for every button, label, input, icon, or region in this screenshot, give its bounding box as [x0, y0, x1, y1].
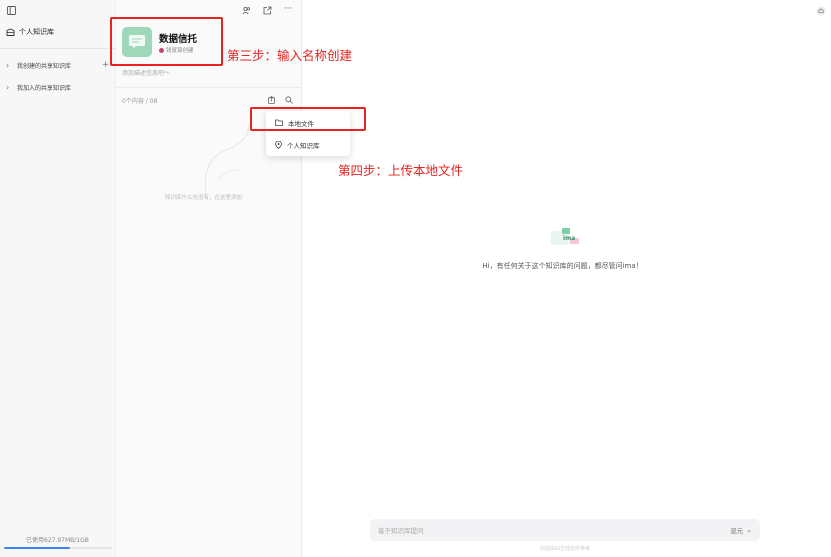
empty-state-illustration: [196, 120, 256, 202]
sidebar-item-created-shared[interactable]: › 我创建的共享知识库: [6, 58, 71, 72]
sidebar-title: 个人知识库: [19, 28, 54, 36]
chat-panel: ima Hi，有任何关于这个知识库的问题，都尽管问ima！: [302, 0, 831, 557]
content-count: 0个内容 / 0B: [122, 98, 158, 105]
model-selector[interactable]: 混元 ⌄: [730, 525, 752, 535]
members-icon[interactable]: [241, 5, 251, 15]
chat-greeting: Hi，有任何关于这个知识库的问题，都尽管问ima！: [482, 262, 643, 270]
step3-highlight-box: [110, 17, 223, 66]
home-icon[interactable]: [815, 5, 826, 16]
share-icon[interactable]: [262, 5, 272, 15]
sidebar-item-joined-shared[interactable]: › 我加入的共享知识库: [6, 80, 71, 94]
panel-divider: [116, 87, 302, 88]
step3-annotation: 第三步：输入名称创建: [227, 48, 353, 63]
step4-highlight-box: [250, 107, 366, 131]
storage-bar: [4, 547, 112, 549]
more-icon[interactable]: ···: [282, 4, 294, 14]
search-icon[interactable]: [284, 95, 293, 104]
step4-annotation: 第四步：上传本地文件: [338, 163, 464, 178]
add-icon[interactable]: +: [101, 60, 110, 70]
left-sidebar: 个人知识库 › 我创建的共享知识库 + › 我加入的共享知识库 已使用627.9…: [0, 0, 116, 557]
menu-item-personal-kb[interactable]: 个人知识库: [270, 137, 346, 152]
description-field[interactable]: 添加描述信息吧～: [122, 68, 170, 77]
knowledge-base-icon: [6, 28, 15, 37]
chat-input-placeholder: 基于知识库提问: [378, 527, 424, 535]
chevron-down-icon: ⌄: [746, 526, 752, 534]
knowledge-base-panel: ··· 数据信托 钱鼠锦创建 添加描述信息吧～ 0个内容 / 0B 知识库什么也…: [116, 0, 302, 557]
sidebar-divider: [0, 48, 116, 49]
model-selector-label: 混元: [730, 527, 744, 535]
chevron-right-icon: ›: [6, 82, 10, 92]
chat-footer: 内容由AI生成仅供参考: [540, 546, 590, 552]
sidebar-header[interactable]: 个人知识库: [6, 27, 54, 37]
chevron-right-icon: ›: [6, 60, 10, 70]
menu-item-label: 个人知识库: [287, 141, 320, 150]
storage-bar-fill: [4, 547, 70, 549]
upload-icon[interactable]: [267, 95, 276, 104]
empty-state-text: 知识库什么也没有，在这里添加: [165, 195, 243, 201]
sidebar-toggle-icon[interactable]: [6, 5, 16, 15]
chat-input[interactable]: 基于知识库提问 混元 ⌄: [370, 519, 760, 541]
sidebar-item-label: 我创建的共享知识库: [17, 62, 72, 70]
sidebar-item-label: 我加入的共享知识库: [17, 84, 72, 92]
location-pin-icon: [275, 140, 282, 149]
ima-logo-text: ima: [563, 235, 576, 242]
storage-usage-text: 已使用627.97MB/1GB: [26, 537, 89, 544]
ima-logo: ima: [550, 227, 582, 249]
